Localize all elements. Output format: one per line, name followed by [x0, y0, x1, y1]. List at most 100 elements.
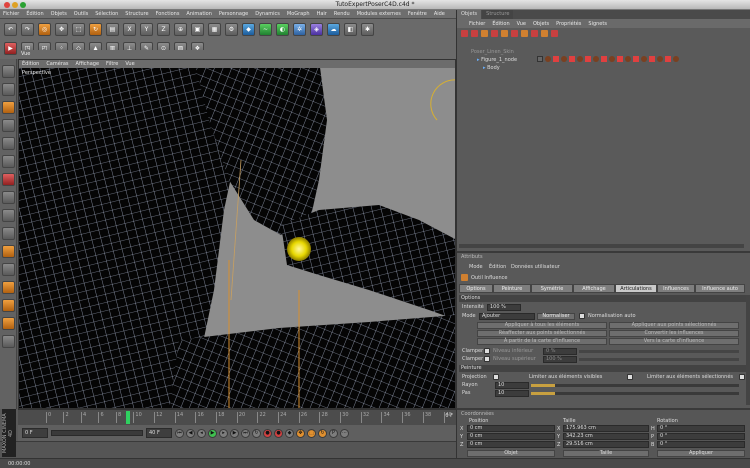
- scale-icon[interactable]: ⬚: [72, 23, 85, 36]
- array-icon[interactable]: ✲: [293, 23, 306, 36]
- objects-menu-edit[interactable]: Édition: [492, 21, 509, 27]
- objects-h-scrollbar[interactable]: [459, 244, 744, 248]
- timeline-playhead[interactable]: [126, 411, 130, 424]
- clamp-low-checkbox[interactable]: [484, 348, 490, 354]
- size-x-field[interactable]: 175.963 cm: [563, 425, 649, 432]
- rotation-p-field[interactable]: 0 °: [657, 433, 745, 440]
- lock-y-icon[interactable]: Y: [140, 23, 153, 36]
- camera-icon[interactable]: ◧: [344, 23, 357, 36]
- position-y-field[interactable]: 0 cm: [467, 433, 555, 440]
- pressure-field[interactable]: 10: [495, 390, 529, 397]
- palette-magnet-icon[interactable]: [2, 281, 15, 294]
- tag-icon[interactable]: [617, 56, 623, 62]
- tab-structure[interactable]: Structure: [482, 10, 514, 19]
- menu-render[interactable]: Rendu: [334, 11, 350, 17]
- clamp-high-slider[interactable]: [579, 358, 739, 361]
- menu-functions[interactable]: Fonctions: [156, 11, 180, 17]
- render-view-icon[interactable]: ▣: [191, 23, 204, 36]
- objects-menu-file[interactable]: Fichier: [469, 21, 485, 27]
- record-icon[interactable]: ●: [263, 428, 272, 438]
- tab-auto-influence[interactable]: Influence auto: [695, 284, 745, 293]
- deformer-icon[interactable]: ◈: [310, 23, 323, 36]
- tag-icon[interactable]: [609, 56, 615, 62]
- tree-item[interactable]: Poser_Linen_Skin: [457, 48, 750, 56]
- palette-points-icon[interactable]: [2, 65, 15, 78]
- render-settings-icon[interactable]: ⚙: [225, 23, 238, 36]
- rotation-b-field[interactable]: 0 °: [657, 441, 745, 448]
- clamp-low-field[interactable]: 0 %: [543, 348, 577, 355]
- menu-objects[interactable]: Objets: [51, 11, 67, 17]
- viewport-menu-edit[interactable]: Édition: [22, 61, 39, 67]
- tag-icon[interactable]: [545, 56, 551, 62]
- loop-icon[interactable]: ↻: [252, 428, 261, 438]
- tag-icon[interactable]: [665, 56, 671, 62]
- menu-tools[interactable]: Outils: [74, 11, 88, 17]
- objects-menu-objects[interactable]: Objets: [533, 21, 549, 27]
- next-frame-icon[interactable]: ▸: [219, 428, 228, 438]
- from-weight-map-button[interactable]: À partir de la carte d'influence: [477, 338, 607, 345]
- nurbs-icon[interactable]: ◐: [276, 23, 289, 36]
- rotate-icon[interactable]: ↻: [89, 23, 102, 36]
- tag-icon[interactable]: [585, 56, 591, 62]
- light-icon[interactable]: ✱: [361, 23, 374, 36]
- menu-window[interactable]: Fenêtre: [408, 11, 427, 17]
- palette-checker-2-icon[interactable]: [2, 209, 15, 222]
- mode-select[interactable]: Ajouter: [479, 313, 535, 320]
- apply-button[interactable]: Appliquer: [657, 450, 745, 457]
- projection-checkbox[interactable]: [493, 374, 499, 380]
- tag-icon[interactable]: [577, 56, 583, 62]
- tag-icon[interactable]: [593, 56, 599, 62]
- objects-menu-tags[interactable]: Propriétés: [556, 21, 581, 27]
- tab-options[interactable]: Options: [459, 284, 493, 293]
- menu-file[interactable]: Fichier: [3, 11, 19, 17]
- timeline-ruler[interactable]: 0 2 4 6 8 10 12 14 16 18 20 22 24 26 28 …: [18, 409, 456, 425]
- limit-visible-checkbox[interactable]: [627, 374, 633, 380]
- filter-icon[interactable]: [541, 30, 548, 37]
- scale-key-icon[interactable]: ⬚: [307, 428, 316, 438]
- position-z-field[interactable]: 0 cm: [467, 441, 555, 448]
- objects-menu-view[interactable]: Vue: [517, 21, 526, 27]
- rotation-key-icon[interactable]: ↻: [318, 428, 327, 438]
- viewport-3d[interactable]: Édition Caméras Affichage Filtre Vue Per…: [18, 59, 456, 409]
- keyframe-selection-icon[interactable]: ◆: [285, 428, 294, 438]
- close-window-icon[interactable]: [4, 2, 10, 8]
- tree-item[interactable]: ▸ Body: [457, 64, 750, 72]
- palette-edges-icon[interactable]: [2, 83, 15, 96]
- tab-paint[interactable]: Peinture: [493, 284, 531, 293]
- limit-selected-checkbox[interactable]: [739, 374, 745, 380]
- tag-icon[interactable]: [569, 56, 575, 62]
- tab-joints[interactable]: Articulations: [615, 284, 657, 293]
- cube-object-icon[interactable]: ◆: [242, 23, 255, 36]
- autokey-icon[interactable]: ●: [274, 428, 283, 438]
- menu-selection[interactable]: Sélection: [95, 11, 118, 17]
- end-frame-field[interactable]: 40 F: [146, 428, 172, 438]
- palette-bone-icon[interactable]: [2, 263, 15, 276]
- to-weight-map-button[interactable]: Vers la carte d'influence: [609, 338, 739, 345]
- attributes-menu-mode[interactable]: Mode: [469, 264, 483, 270]
- attributes-menu-userdata[interactable]: Données utilisateur: [511, 264, 560, 270]
- tab-symmetry[interactable]: Symétrie: [531, 284, 573, 293]
- clamp-high-field[interactable]: 100 %: [543, 356, 577, 363]
- spline-icon[interactable]: ~: [259, 23, 272, 36]
- filter-icon[interactable]: [501, 30, 508, 37]
- filter-icon[interactable]: [521, 30, 528, 37]
- tab-display[interactable]: Affichage: [573, 284, 615, 293]
- menu-edit[interactable]: Édition: [26, 11, 43, 17]
- palette-symmetry-icon[interactable]: [2, 335, 15, 348]
- tag-icon[interactable]: [537, 56, 543, 62]
- apply-all-button[interactable]: Appliquer à tous les éléments: [477, 322, 607, 329]
- menu-dynamics[interactable]: Dynamics: [255, 11, 280, 17]
- go-to-start-icon[interactable]: ⏮: [175, 428, 184, 438]
- tag-icon[interactable]: [553, 56, 559, 62]
- apply-selected-points-button[interactable]: Appliquer aux points sélectionnés: [609, 322, 739, 329]
- minimize-window-icon[interactable]: [12, 2, 18, 8]
- position-x-field[interactable]: 0 cm: [467, 425, 555, 432]
- tag-icon[interactable]: [641, 56, 647, 62]
- palette-grid-icon[interactable]: [2, 227, 15, 240]
- palette-weight-icon[interactable]: [2, 173, 15, 186]
- coordinate-system-icon[interactable]: ⊕: [174, 23, 187, 36]
- tag-icon[interactable]: [673, 56, 679, 62]
- tab-objects[interactable]: Objets: [457, 10, 482, 19]
- viewport-menu-cameras[interactable]: Caméras: [46, 61, 68, 67]
- size-z-field[interactable]: 29.516 cm: [563, 441, 649, 448]
